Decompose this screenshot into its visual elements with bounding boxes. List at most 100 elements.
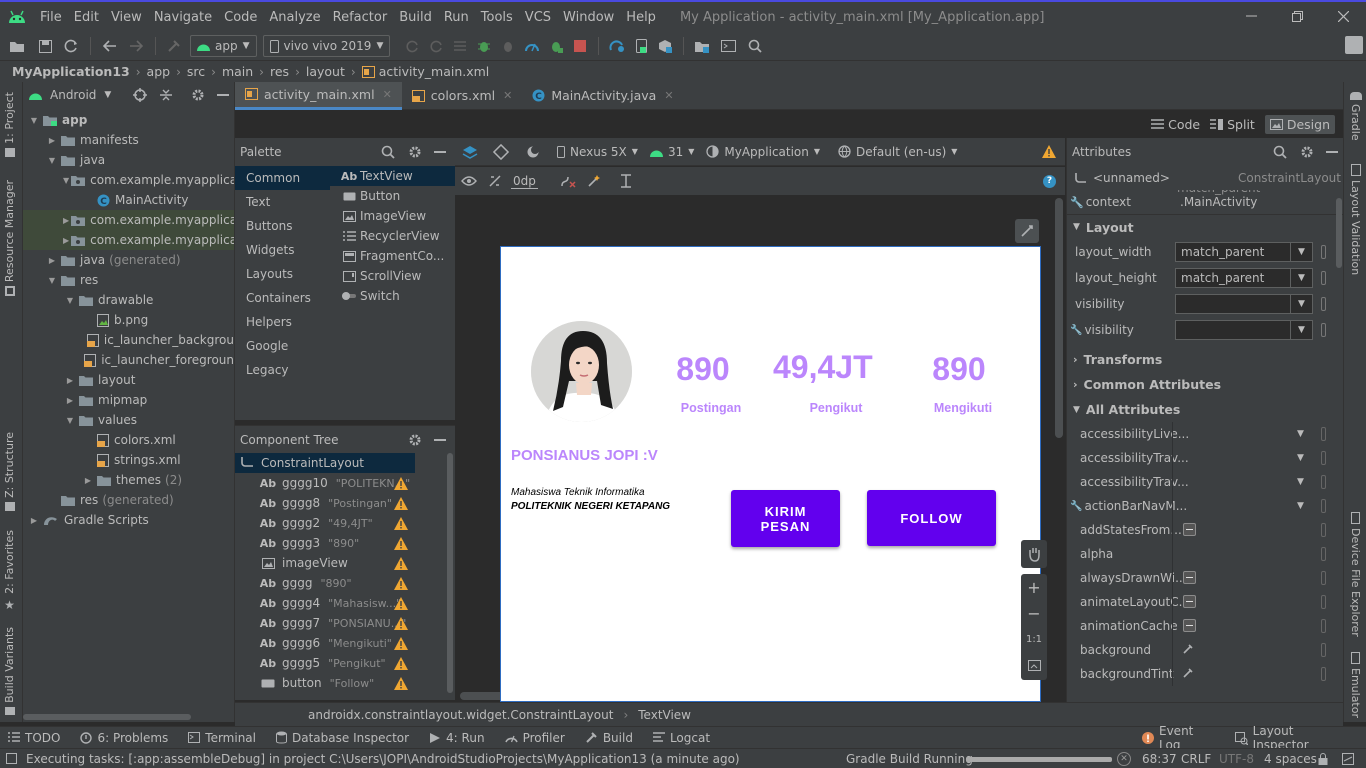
- resource-picker-icon[interactable]: [1321, 451, 1326, 465]
- editor-tab[interactable]: activity_main.xml ✕: [235, 81, 402, 110]
- attributes-scrollbar[interactable]: [1336, 198, 1342, 268]
- project-tree-item[interactable]: ▼ java: [23, 150, 234, 170]
- attribute-value-dropdown[interactable]: match_parent ▼: [1175, 242, 1313, 262]
- palette-item[interactable]: ImageView: [330, 206, 455, 226]
- account-icon[interactable]: [1345, 36, 1363, 54]
- zoom-out-icon[interactable]: −: [1021, 600, 1047, 626]
- boolean-toggle-icon[interactable]: [1183, 571, 1196, 584]
- project-structure-icon[interactable]: [690, 40, 714, 53]
- lock-icon[interactable]: [1318, 752, 1328, 765]
- boolean-toggle-icon[interactable]: [1183, 523, 1196, 536]
- theme-select[interactable]: MyApplication ▼: [706, 145, 820, 159]
- forward-icon[interactable]: [123, 40, 149, 52]
- breadcrumb-item[interactable]: main: [222, 64, 253, 79]
- back-icon[interactable]: [97, 40, 123, 52]
- favorites-tool-button[interactable]: 2: Favorites ★: [3, 530, 16, 612]
- close-tab-icon[interactable]: ✕: [503, 89, 512, 102]
- rerun-icon[interactable]: [400, 39, 424, 53]
- project-tree-item[interactable]: ▼ drawable: [23, 290, 234, 310]
- menu-code[interactable]: Code: [218, 10, 263, 25]
- cancel-task-icon[interactable]: ✕: [1117, 751, 1131, 766]
- project-tree-item[interactable]: ▶ Gradle Scripts: [23, 510, 234, 530]
- resource-manager-tool-button[interactable]: Resource Manager: [3, 180, 16, 297]
- zoom-fit-icon[interactable]: [1021, 652, 1047, 678]
- caret-position[interactable]: 68:37: [1142, 752, 1177, 766]
- design-view-button[interactable]: Design: [1264, 114, 1335, 134]
- component-tree-item[interactable]: Ab gggg4 "Mahasisw...": [235, 593, 415, 613]
- help-icon[interactable]: ?: [1043, 174, 1056, 188]
- chevron-down-icon[interactable]: ▼: [63, 296, 77, 305]
- chevron-right-icon[interactable]: ▶: [63, 236, 69, 245]
- minimize-panel-icon[interactable]: [434, 438, 446, 441]
- bottom-tool-button[interactable]: Logcat: [652, 731, 710, 745]
- bottom-tool-button[interactable]: Build: [585, 731, 633, 745]
- bottom-tool-button[interactable]: Database Inspector: [276, 731, 409, 745]
- breadcrumb-item[interactable]: app: [147, 64, 171, 79]
- menu-analyze[interactable]: Analyze: [263, 10, 326, 25]
- send-message-button[interactable]: KIRIM PESAN: [731, 490, 840, 547]
- resource-picker-icon[interactable]: [1321, 499, 1326, 513]
- default-margin-field[interactable]: 0dp: [511, 174, 538, 189]
- chevron-down-icon[interactable]: ▼: [63, 176, 69, 185]
- resource-picker-icon[interactable]: [1321, 427, 1326, 441]
- menu-build[interactable]: Build: [393, 10, 438, 25]
- component-tree-item[interactable]: Ab gggg10 "POLITEKN...": [235, 473, 415, 493]
- project-tool-button[interactable]: 1: Project: [3, 92, 16, 157]
- debug-attach-icon[interactable]: [544, 39, 568, 53]
- debug-icon[interactable]: [472, 39, 496, 53]
- project-tree-item[interactable]: ▼ com.example.myapplicat: [23, 170, 234, 190]
- layout-validation-tool-button[interactable]: Layout Validation: [1349, 164, 1362, 275]
- menu-vcs[interactable]: VCS: [519, 10, 557, 25]
- palette-category[interactable]: Containers: [235, 286, 330, 310]
- sync-icon[interactable]: [58, 39, 84, 53]
- path-segment-selected[interactable]: TextView: [638, 708, 691, 722]
- save-icon[interactable]: [32, 39, 58, 53]
- stop-icon[interactable]: [568, 40, 592, 52]
- chevron-down-icon[interactable]: ▼: [45, 276, 59, 285]
- search-icon[interactable]: [381, 145, 395, 159]
- palette-item[interactable]: Button: [330, 186, 455, 206]
- indent-setting[interactable]: 4 spaces: [1264, 752, 1317, 766]
- attach-debugger-icon[interactable]: [496, 39, 520, 53]
- attribute-value-dropdown[interactable]: match_parent ▼: [1175, 268, 1313, 288]
- infer-constraints-icon[interactable]: [582, 174, 606, 188]
- context-value[interactable]: .MainActivity: [1180, 195, 1257, 209]
- palette-item[interactable]: FragmentCo...: [330, 246, 455, 266]
- attribute-value-dropdown[interactable]: ▼: [1175, 294, 1313, 314]
- chevron-right-icon[interactable]: ▶: [63, 396, 77, 405]
- status-message[interactable]: Executing tasks: [:app:assembleDebug] in…: [26, 752, 740, 766]
- project-tree-item[interactable]: ic_launcher_foregroun: [23, 350, 234, 370]
- project-tree-item[interactable]: ▼ values: [23, 410, 234, 430]
- chevron-down-icon[interactable]: ▼: [1297, 501, 1304, 511]
- resource-picker-icon[interactable]: [1321, 323, 1326, 337]
- chevron-down-icon[interactable]: ▼: [27, 116, 41, 125]
- close-tab-icon[interactable]: ✕: [664, 89, 673, 102]
- breadcrumb-item[interactable]: layout: [306, 64, 345, 79]
- resource-picker-icon[interactable]: [1321, 595, 1326, 609]
- palette-category[interactable]: Common: [235, 166, 330, 190]
- project-tree-item[interactable]: C MainActivity: [23, 190, 234, 210]
- orientation-icon[interactable]: [485, 143, 517, 160]
- zoom-in-icon[interactable]: +: [1021, 574, 1047, 600]
- avd-manager-icon[interactable]: [629, 39, 653, 53]
- menu-window[interactable]: Window: [557, 10, 620, 25]
- palette-category[interactable]: Buttons: [235, 214, 330, 238]
- component-tree-item[interactable]: Ab gggg2 "49,4JT": [235, 513, 415, 533]
- chevron-down-icon[interactable]: ▼: [1297, 453, 1304, 463]
- bottom-tool-button[interactable]: Terminal: [188, 731, 256, 745]
- guidelines-icon[interactable]: [612, 174, 640, 188]
- locale-select[interactable]: Default (en-us) ▼: [838, 145, 957, 159]
- line-separator[interactable]: CRLF: [1181, 752, 1211, 766]
- chevron-right-icon[interactable]: ▶: [27, 516, 41, 525]
- layout-section[interactable]: ▼ Layout: [1067, 214, 1343, 239]
- autoconnect-icon[interactable]: [483, 174, 507, 188]
- resource-picker-icon[interactable]: [1321, 523, 1326, 537]
- clear-constraints-icon[interactable]: [554, 174, 582, 188]
- project-tree-item[interactable]: res (generated): [23, 490, 234, 510]
- resource-picker-icon[interactable]: [1321, 619, 1326, 633]
- component-tree-item[interactable]: button "Follow": [235, 673, 415, 693]
- bottom-tool-button[interactable]: TODO: [8, 731, 60, 745]
- component-tree-item[interactable]: imageView: [235, 553, 415, 573]
- minimize-panel-icon[interactable]: [434, 151, 446, 153]
- device-preview-select[interactable]: Nexus 5X ▼: [557, 145, 638, 159]
